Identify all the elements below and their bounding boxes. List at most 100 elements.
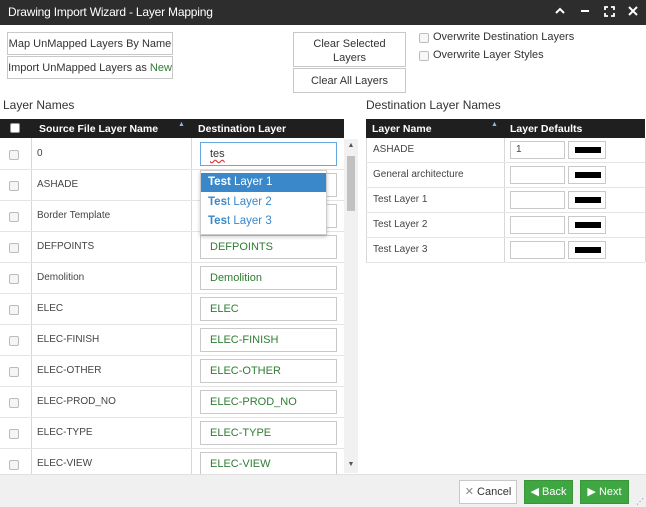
scroll-thumb[interactable] — [347, 156, 355, 211]
arrow-left-icon: ◀ — [530, 486, 539, 498]
col-layer-defaults-header[interactable]: Layer Defaults — [510, 123, 582, 135]
destination-layer-input[interactable]: tes — [200, 142, 337, 166]
right-grid-header: Layer Name ▲ Layer Defaults — [366, 119, 645, 138]
source-layer-name: Border Template — [37, 210, 111, 221]
col-layer-name-header[interactable]: Layer Name — [372, 123, 432, 135]
table-row[interactable]: Demolition Demolition — [0, 263, 344, 294]
col-dest-header[interactable]: Destination Layer — [198, 123, 286, 135]
title-bar: Drawing Import Wizard - Layer Mapping — [0, 0, 646, 25]
overwrite-destination-checkbox[interactable] — [419, 33, 429, 43]
clear-selected-button[interactable]: Clear Selected Layers — [293, 32, 406, 67]
destination-layer-input[interactable]: ELEC-TYPE — [200, 421, 337, 445]
layer-default-input[interactable] — [510, 216, 565, 234]
row-checkbox[interactable] — [9, 181, 19, 191]
destination-layer-name: ASHADE — [373, 144, 415, 155]
destination-layer-name: General architecture — [373, 169, 464, 180]
table-row[interactable]: Test Layer 1 — [366, 188, 645, 213]
minimize-icon[interactable] — [577, 4, 593, 20]
chevron-up-icon[interactable] — [552, 4, 568, 20]
scroll-down-icon[interactable]: ▼ — [346, 460, 356, 470]
autocomplete-dropdown: Test Layer 1 Test Layer 2 Test Layer 3 — [200, 170, 327, 235]
row-checkbox[interactable] — [9, 274, 19, 284]
color-swatch — [575, 197, 601, 203]
source-layer-name: ELEC-TYPE — [37, 427, 93, 438]
row-checkbox[interactable] — [9, 367, 19, 377]
layer-color-picker[interactable] — [568, 166, 606, 184]
layer-default-input[interactable]: 1 — [510, 141, 565, 159]
color-swatch — [575, 222, 601, 228]
source-layer-name: ELEC-VIEW — [37, 458, 93, 469]
destination-layer-input[interactable]: ELEC-OTHER — [200, 359, 337, 383]
table-row[interactable]: ELEC-FINISH ELEC-FINISH — [0, 325, 344, 356]
destination-layer-input[interactable]: ELEC-PROD_NO — [200, 390, 337, 414]
import-unmapped-label: Import UnMapped Layers as — [8, 62, 147, 74]
layer-color-picker[interactable] — [568, 241, 606, 259]
source-layer-name: Demolition — [37, 272, 85, 283]
color-swatch — [575, 147, 601, 153]
autocomplete-item[interactable]: Test Layer 2 — [201, 193, 326, 212]
destination-layer-input[interactable]: Demolition — [200, 266, 337, 290]
scroll-up-icon[interactable]: ▲ — [346, 141, 356, 151]
row-checkbox[interactable] — [9, 460, 19, 470]
next-label: Next — [598, 486, 622, 498]
sort-up-icon[interactable]: ▲ — [491, 121, 498, 128]
table-row[interactable]: DEFPOINTS DEFPOINTS — [0, 232, 344, 263]
select-all-checkbox[interactable] — [10, 123, 20, 133]
sort-up-icon[interactable]: ▲ — [178, 121, 185, 128]
overwrite-styles-label: Overwrite Layer Styles — [433, 49, 544, 61]
window-title: Drawing Import Wizard - Layer Mapping — [8, 5, 213, 19]
destination-layer-input[interactable]: DEFPOINTS — [200, 235, 337, 259]
close-icon[interactable] — [625, 4, 641, 20]
autocomplete-item[interactable]: Test Layer 1 — [201, 173, 326, 192]
autocomplete-item[interactable]: Test Layer 3 — [201, 212, 326, 231]
destination-layer-input[interactable]: ELEC-FINISH — [200, 328, 337, 352]
resize-grip-icon[interactable]: ⋰ — [636, 497, 644, 506]
overwrite-destination-label: Overwrite Destination Layers — [433, 31, 575, 43]
source-layer-name: 0 — [37, 148, 43, 159]
next-button[interactable]: ▶ Next — [580, 480, 629, 504]
row-checkbox[interactable] — [9, 212, 19, 222]
cancel-button[interactable]: ✕ Cancel — [459, 480, 517, 504]
layer-color-picker[interactable] — [568, 191, 606, 209]
row-checkbox[interactable] — [9, 150, 19, 160]
overwrite-styles-checkbox[interactable] — [419, 51, 429, 61]
left-grid-header: Source File Layer Name ▲ Destination Lay… — [0, 119, 344, 138]
table-row[interactable]: ELEC-PROD_NO ELEC-PROD_NO — [0, 387, 344, 418]
col-source-header[interactable]: Source File Layer Name — [39, 123, 158, 135]
row-checkbox[interactable] — [9, 243, 19, 253]
row-checkbox[interactable] — [9, 336, 19, 346]
table-row[interactable]: General architecture — [366, 163, 645, 188]
autocomplete-match: Tes — [208, 215, 227, 227]
autocomplete-rest: t Layer 3 — [226, 215, 272, 227]
layer-color-picker[interactable] — [568, 216, 606, 234]
row-checkbox[interactable] — [9, 429, 19, 439]
table-row[interactable]: ELEC-OTHER ELEC-OTHER — [0, 356, 344, 387]
footer: ✕ Cancel ◀ Back ▶ Next ⋰ — [0, 474, 646, 507]
destination-layer-name: Test Layer 2 — [373, 219, 428, 230]
source-layer-name: ELEC — [37, 303, 64, 314]
back-button[interactable]: ◀ Back — [524, 480, 573, 504]
map-unmapped-button[interactable]: Map UnMapped Layers By Name — [7, 32, 173, 55]
destination-layer-name: Test Layer 3 — [373, 244, 428, 255]
layer-default-input[interactable] — [510, 191, 565, 209]
row-checkbox[interactable] — [9, 305, 19, 315]
layer-default-input[interactable] — [510, 166, 565, 184]
table-row[interactable]: Test Layer 3 — [366, 238, 645, 263]
table-row[interactable]: ELEC-TYPE ELEC-TYPE — [0, 418, 344, 449]
layer-default-input[interactable] — [510, 241, 565, 259]
clear-all-button[interactable]: Clear All Layers — [293, 68, 406, 93]
table-row[interactable]: Test Layer 2 — [366, 213, 645, 238]
table-row[interactable]: 0 tes — [0, 139, 344, 170]
back-label: Back — [542, 486, 567, 498]
clear-selected-line2: Layers — [332, 52, 367, 64]
import-unmapped-button[interactable]: Import UnMapped Layers as New — [7, 56, 173, 79]
maximize-icon[interactable] — [601, 4, 617, 20]
layer-color-picker[interactable] — [568, 141, 606, 159]
destination-layer-input[interactable]: ELEC-VIEW — [200, 452, 337, 476]
destination-layer-input[interactable]: ELEC — [200, 297, 337, 321]
table-row[interactable]: ELEC ELEC — [0, 294, 344, 325]
left-grid-scrollbar[interactable]: ▲ ▼ — [344, 139, 358, 473]
row-checkbox[interactable] — [9, 398, 19, 408]
table-row[interactable]: ASHADE 1 — [366, 138, 645, 163]
source-layer-name: ELEC-OTHER — [37, 365, 102, 376]
